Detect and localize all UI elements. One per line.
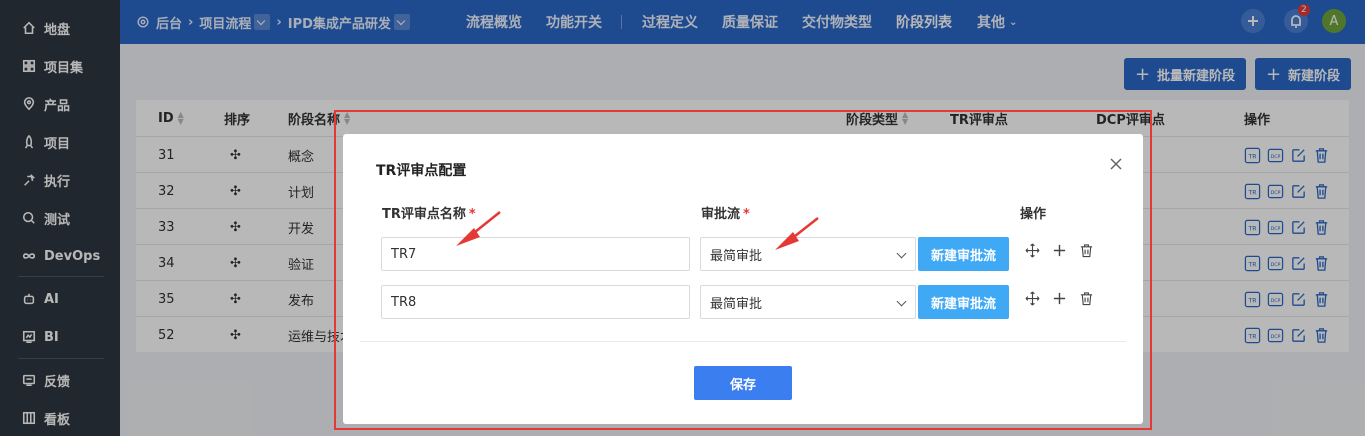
close-icon[interactable] (1106, 154, 1126, 174)
drag-move-icon[interactable] (1025, 243, 1040, 258)
tr-name-input[interactable] (381, 285, 690, 319)
trash-icon[interactable] (1079, 243, 1094, 258)
chevron-down-icon (896, 296, 907, 307)
add-row-icon[interactable] (1052, 243, 1067, 258)
modal-title: TR评审点配置 (376, 163, 467, 179)
trash-icon[interactable] (1079, 291, 1094, 306)
approval-flow-select[interactable]: 最简审批 (700, 237, 916, 271)
tr-config-modal: TR评审点配置 TR评审点名称* 审批流* 操作 最简审批 新建审批流 最简审批… (343, 134, 1143, 424)
drag-move-icon[interactable] (1025, 291, 1040, 306)
chevron-down-icon (896, 248, 907, 259)
row-actions (1025, 281, 1094, 315)
required-mark: * (468, 207, 476, 222)
add-row-icon[interactable] (1052, 291, 1067, 306)
label-tr-name-text: TR评审点名称 (382, 207, 466, 222)
save-button[interactable]: 保存 (694, 366, 792, 400)
label-approval-flow-text: 审批流 (701, 207, 741, 222)
new-approval-flow-button[interactable]: 新建审批流 (918, 237, 1009, 271)
tr-name-input[interactable] (381, 237, 690, 271)
label-ops: 操作 (1020, 207, 1047, 222)
new-approval-flow-button[interactable]: 新建审批流 (918, 285, 1009, 319)
approval-flow-value: 最简审批 (710, 296, 763, 312)
label-tr-name: TR评审点名称 * (382, 203, 476, 222)
row-actions (1025, 233, 1094, 267)
required-mark: * (743, 207, 750, 222)
label-approval-flow: 审批流 * (701, 203, 750, 222)
modal-divider (360, 341, 1126, 342)
approval-flow-select[interactable]: 最简审批 (700, 285, 916, 319)
approval-flow-value: 最简审批 (710, 248, 763, 264)
